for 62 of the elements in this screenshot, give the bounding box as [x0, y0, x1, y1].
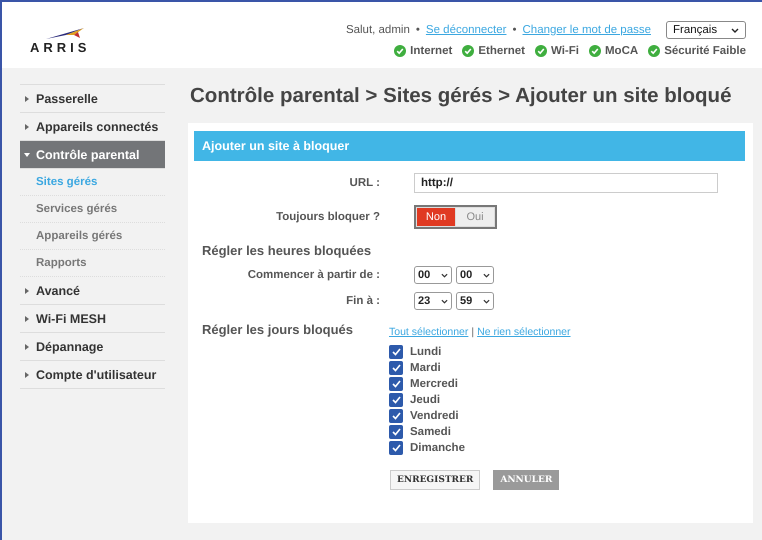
- day-label: Vendredi: [410, 410, 459, 422]
- caret-icon: [441, 272, 448, 278]
- day-checkbox[interactable]: [389, 425, 403, 439]
- page-title: Contrôle parental > Sites gérés > Ajouter un site bloqué: [190, 84, 732, 108]
- day-label: Mercredi: [410, 378, 458, 390]
- section-heading: Régler les heures bloquées: [202, 243, 372, 258]
- url-input-field[interactable]: http://: [414, 173, 718, 193]
- time-dropdown[interactable]: 59: [456, 292, 494, 310]
- caret-icon: [441, 298, 448, 304]
- sidebar-subitem[interactable]: Services gérés: [20, 196, 165, 223]
- day-checkbox[interactable]: [389, 393, 403, 407]
- sidebar-item[interactable]: Contrôle parental: [20, 141, 165, 169]
- swoosh-logo-icon: [44, 26, 86, 40]
- caret-down-icon: [24, 152, 30, 158]
- status-label: Sécurité Faible: [664, 45, 746, 57]
- field-label: URL :: [348, 177, 380, 189]
- status-label: Internet: [410, 45, 452, 57]
- caret-icon: [483, 298, 490, 304]
- greeting-text: Salut, admin: [346, 24, 410, 36]
- logo-text: ARRIS: [30, 40, 90, 55]
- caret-icon: [731, 28, 739, 32]
- field-label: Fin à :: [345, 295, 380, 307]
- status-label: Ethernet: [478, 45, 525, 57]
- caret-right-icon: [24, 372, 30, 378]
- day-label: Samedi: [410, 426, 451, 438]
- sidebar-item[interactable]: Avancé: [20, 277, 165, 305]
- card-header: Ajouter un site à bloquer: [194, 131, 745, 161]
- time-dropdown[interactable]: 23: [414, 292, 452, 310]
- status-label: Wi-Fi: [550, 45, 579, 57]
- caret-icon: [483, 272, 490, 278]
- day-label: Jeudi: [410, 394, 440, 406]
- save-button[interactable]: ENREGISTRER: [390, 470, 480, 490]
- sidebar-subitem[interactable]: Rapports: [20, 250, 165, 277]
- caret-right-icon: [24, 288, 30, 294]
- caret-right-icon: [24, 344, 30, 350]
- caret-right-icon: [24, 96, 30, 102]
- field-label: Toujours bloquer ?: [275, 211, 380, 223]
- sidebar-item[interactable]: Dépannage: [20, 333, 165, 361]
- sidebar-item[interactable]: Passerelle: [20, 85, 165, 113]
- status-label: MoCA: [604, 45, 638, 57]
- sidebar-item[interactable]: Compte d'utilisateur: [20, 361, 165, 389]
- day-checkbox[interactable]: [389, 361, 403, 375]
- day-checkbox[interactable]: [389, 441, 403, 455]
- day-label: Lundi: [410, 346, 442, 358]
- day-label: Mardi: [410, 362, 441, 374]
- separator-dot: •: [416, 24, 420, 36]
- section-heading: Régler les jours bloqués: [202, 322, 354, 339]
- caret-right-icon: [24, 124, 30, 130]
- caret-right-icon: [24, 316, 30, 322]
- language-dropdown[interactable]: Français: [666, 21, 746, 39]
- day-checkbox[interactable]: [389, 409, 403, 423]
- link-separator: |: [471, 326, 474, 338]
- separator-dot: •: [512, 24, 516, 36]
- day-checkbox[interactable]: [389, 345, 403, 359]
- field-label: Commencer à partir de :: [246, 269, 380, 281]
- day-checkbox[interactable]: [389, 377, 403, 391]
- time-dropdown[interactable]: 00: [414, 266, 452, 284]
- sidebar-subitem[interactable]: Appareils gérés: [20, 223, 165, 250]
- time-dropdown[interactable]: 00: [456, 266, 494, 284]
- toggle-option[interactable]: Non: [417, 208, 455, 226]
- day-label: Dimanche: [410, 442, 465, 454]
- sidebar-item[interactable]: Wi-Fi MESH: [20, 305, 165, 333]
